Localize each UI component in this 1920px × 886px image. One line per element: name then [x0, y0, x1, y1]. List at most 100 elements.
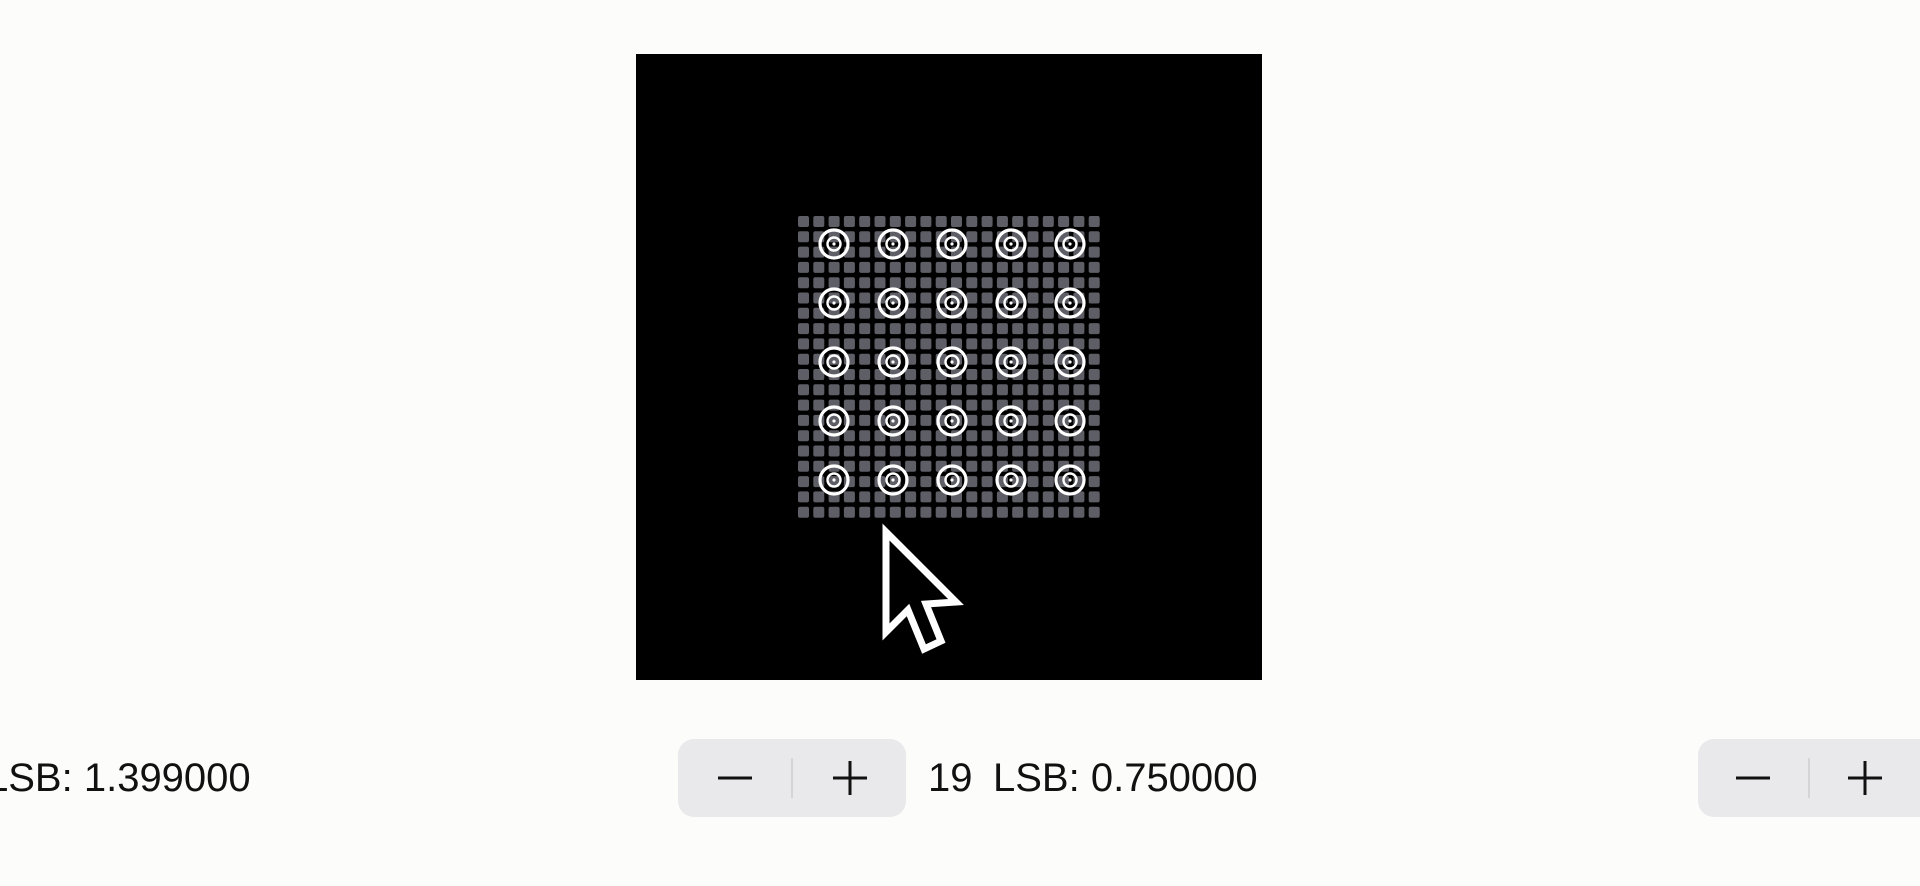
grid-cell — [889, 323, 901, 335]
grid-cell — [1088, 292, 1100, 304]
right-decrement-button[interactable] — [1698, 739, 1808, 817]
grid-cell — [1073, 216, 1085, 227]
grid-cell — [859, 369, 871, 380]
grid-cell — [1088, 277, 1100, 289]
grid-cell — [874, 216, 886, 227]
grid-cell — [859, 476, 871, 488]
grid-cell — [920, 384, 932, 396]
grid-cell — [1042, 231, 1054, 243]
grid-cell — [859, 246, 871, 258]
grid-cell — [1027, 491, 1039, 503]
grid-cell — [798, 323, 809, 335]
grid-cell — [1088, 445, 1100, 457]
grid-cell — [966, 338, 978, 350]
grid-cell — [1042, 369, 1054, 380]
grid-cell — [1042, 399, 1054, 411]
grid-cell — [1027, 307, 1039, 319]
grid-cell — [996, 323, 1008, 335]
grid-cell — [828, 261, 840, 273]
grid-cell — [874, 261, 886, 273]
right-increment-button[interactable] — [1810, 739, 1920, 817]
grid-cell — [798, 445, 809, 457]
grid-cell — [828, 216, 840, 227]
grid-cell — [798, 506, 809, 518]
grid-cell — [996, 384, 1008, 396]
grid-cell — [905, 323, 917, 335]
grid-cell — [966, 292, 978, 304]
grid-cell — [1088, 506, 1100, 518]
grid-cell — [920, 307, 932, 319]
grid-cell — [981, 369, 993, 380]
grid-cell — [951, 261, 962, 273]
grid-cell — [798, 384, 809, 396]
grid-cell — [798, 369, 809, 380]
grid-cell — [966, 476, 978, 488]
grid-cell — [981, 246, 993, 258]
grid-cell — [935, 261, 947, 273]
grid-cell — [1042, 506, 1054, 518]
grid-cell — [874, 384, 886, 396]
pattern-svg — [798, 216, 1100, 654]
grid-cell — [1027, 246, 1039, 258]
grid-cell — [920, 261, 932, 273]
grid-cell — [1042, 445, 1054, 457]
grid-cell — [1073, 445, 1085, 457]
grid-cell — [966, 353, 978, 365]
grid-cell — [966, 216, 978, 227]
grid-cell — [1058, 506, 1070, 518]
grid-cell — [1058, 323, 1070, 335]
grid-cell — [1073, 323, 1085, 335]
right-lsb-readout: LSB: 0.750000 — [993, 756, 1258, 800]
grid-cell — [1027, 231, 1039, 243]
grid-cell — [981, 231, 993, 243]
grid-cell — [813, 399, 825, 411]
grid-cell — [1027, 414, 1039, 426]
grid-cell — [798, 307, 809, 319]
grid-cell — [966, 323, 978, 335]
grid-cell — [889, 261, 901, 273]
grid-cell — [843, 445, 855, 457]
grid-cell — [981, 277, 993, 289]
grid-cell — [1088, 323, 1100, 335]
grid-cell — [996, 506, 1008, 518]
grid-cell — [920, 216, 932, 227]
grid-cell — [798, 414, 809, 426]
grid-cell — [813, 445, 825, 457]
grid-cell — [981, 399, 993, 411]
grid-cell — [966, 277, 978, 289]
grid-cell — [1027, 369, 1039, 380]
grid-cell — [1073, 261, 1085, 273]
pattern-canvas[interactable] — [636, 54, 1262, 680]
grid-cell — [1088, 414, 1100, 426]
left-stepper[interactable] — [678, 739, 906, 817]
grid-cell — [889, 384, 901, 396]
grid-cell — [798, 338, 809, 350]
grid-cell — [1088, 369, 1100, 380]
right-stepper[interactable] — [1698, 739, 1920, 817]
grid-cell — [951, 384, 962, 396]
grid-cell — [966, 430, 978, 442]
grid-cell — [859, 231, 871, 243]
arrow-cursor-icon — [882, 523, 964, 654]
grid-cell — [798, 216, 809, 227]
grid-cell — [1042, 246, 1054, 258]
grid-cell — [981, 506, 993, 518]
grid-cell — [920, 460, 932, 472]
grid-cell — [966, 506, 978, 518]
grid-cell — [1058, 445, 1070, 457]
grid-cell — [905, 506, 917, 518]
grid-cell — [935, 216, 947, 227]
grid-cell — [951, 216, 962, 227]
grid-cell — [966, 460, 978, 472]
left-increment-button[interactable] — [793, 739, 906, 817]
grid-cell — [1042, 323, 1054, 335]
grid-cell — [996, 445, 1008, 457]
left-decrement-button[interactable] — [678, 739, 791, 817]
grid-cell — [859, 338, 871, 350]
grid-cell — [843, 338, 855, 350]
grid-cell — [859, 460, 871, 472]
grid-cell — [966, 384, 978, 396]
grid-cell — [981, 261, 993, 273]
grid-cell — [1042, 460, 1054, 472]
grid-cell — [981, 307, 993, 319]
